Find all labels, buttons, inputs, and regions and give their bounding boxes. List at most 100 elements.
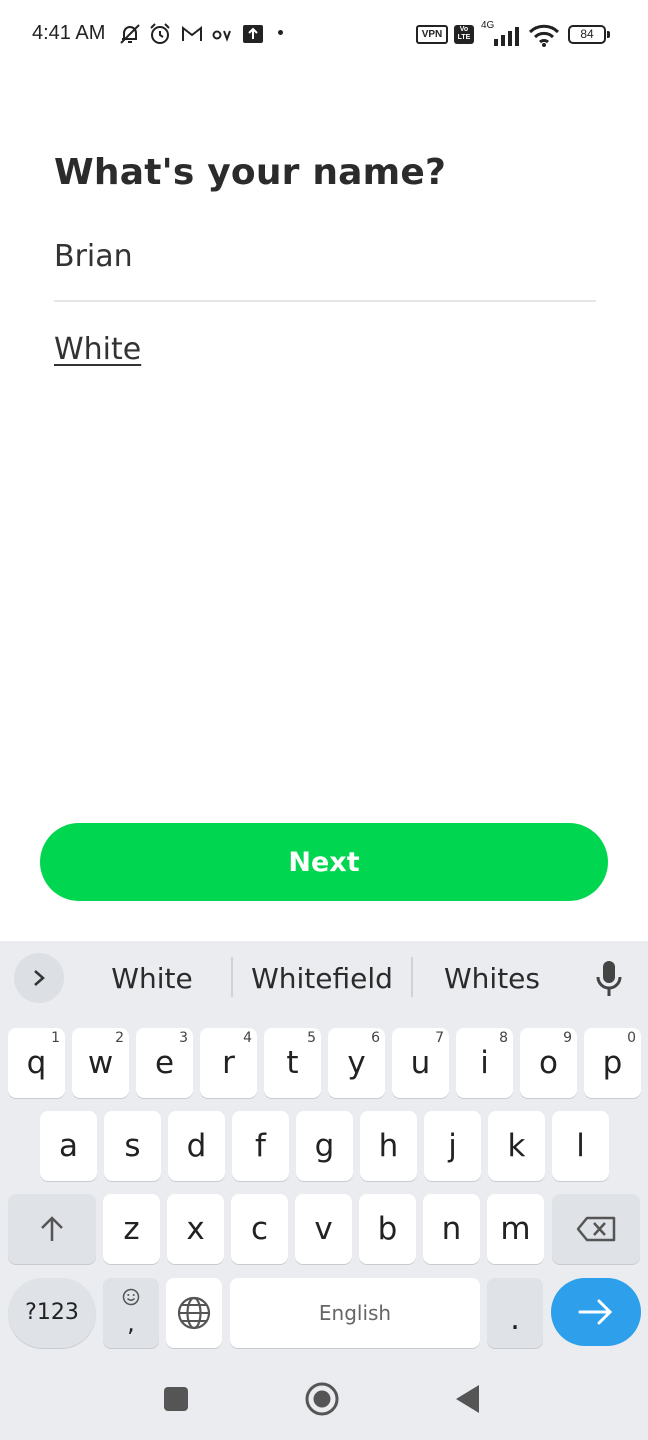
key-number-hint: 0	[627, 1030, 636, 1046]
key-number-hint: 4	[243, 1030, 252, 1046]
key-number-hint: 9	[563, 1030, 572, 1046]
chevron-right-icon	[34, 970, 45, 986]
language-key[interactable]	[166, 1278, 222, 1348]
comma-label: ,	[127, 1309, 135, 1337]
suggestion-2[interactable]: Whitefield	[243, 957, 401, 1001]
suggestion-separator	[231, 957, 233, 997]
key-label: c	[250, 1211, 269, 1247]
signal-icon	[494, 27, 519, 46]
key-label: f	[255, 1128, 266, 1164]
key-l[interactable]: l	[552, 1111, 609, 1181]
suggestion-3[interactable]: Whites	[422, 957, 562, 1001]
key-m[interactable]: m	[487, 1194, 544, 1264]
key-label: s	[124, 1128, 141, 1164]
key-f[interactable]: f	[232, 1111, 289, 1181]
key-y[interactable]: y6	[328, 1028, 385, 1098]
first-name-divider	[54, 300, 596, 302]
symbols-key[interactable]: ?123	[8, 1278, 96, 1348]
first-name-field[interactable]	[54, 226, 596, 286]
key-r[interactable]: r4	[200, 1028, 257, 1098]
navigation-bar	[0, 1360, 648, 1440]
home-icon[interactable]	[304, 1381, 340, 1417]
status-time: 4:41 AM	[32, 22, 106, 44]
volte-icon: Vo LTE	[454, 25, 474, 44]
gmail-icon	[182, 25, 202, 41]
arrow-right-icon	[578, 1299, 613, 1325]
key-z[interactable]: z	[103, 1194, 160, 1264]
next-button[interactable]: Next	[40, 823, 608, 901]
recents-icon[interactable]	[163, 1386, 189, 1412]
period-key[interactable]: .	[487, 1278, 543, 1348]
battery-tip	[607, 31, 610, 38]
backspace-key[interactable]	[552, 1194, 640, 1264]
emoji-icon	[122, 1288, 140, 1306]
key-number-hint: 8	[499, 1030, 508, 1046]
key-g[interactable]: g	[296, 1111, 353, 1181]
key-c[interactable]: c	[231, 1194, 288, 1264]
upload-icon	[243, 25, 263, 43]
key-v[interactable]: v	[295, 1194, 352, 1264]
mute-bell-icon	[120, 24, 140, 44]
key-e[interactable]: e3	[136, 1028, 193, 1098]
globe-icon	[177, 1296, 211, 1330]
key-label: g	[314, 1128, 335, 1164]
key-h[interactable]: h	[360, 1111, 417, 1181]
key-label: b	[377, 1211, 398, 1247]
shift-key[interactable]	[8, 1194, 96, 1264]
page-title: What's your name?	[54, 152, 447, 193]
key-t[interactable]: t5	[264, 1028, 321, 1098]
key-label: n	[441, 1211, 462, 1247]
last-name-field[interactable]: White	[54, 320, 596, 380]
key-number-hint: 3	[179, 1030, 188, 1046]
enter-key[interactable]	[551, 1278, 641, 1346]
key-w[interactable]: w2	[72, 1028, 129, 1098]
key-n[interactable]: n	[423, 1194, 480, 1264]
av-icon	[212, 30, 231, 42]
key-q[interactable]: q1	[8, 1028, 65, 1098]
key-u[interactable]: u7	[392, 1028, 449, 1098]
shift-icon	[41, 1216, 63, 1241]
key-label: l	[576, 1128, 585, 1164]
microphone-icon[interactable]	[592, 959, 626, 999]
key-number-hint: 5	[307, 1030, 316, 1046]
key-number-hint: 7	[435, 1030, 444, 1046]
key-b[interactable]: b	[359, 1194, 416, 1264]
key-label: k	[507, 1128, 526, 1164]
key-d[interactable]: d	[168, 1111, 225, 1181]
key-s[interactable]: s	[104, 1111, 161, 1181]
key-label: a	[59, 1128, 78, 1164]
symbols-key-label: ?123	[25, 1300, 79, 1325]
key-p[interactable]: p0	[584, 1028, 641, 1098]
key-o[interactable]: o9	[520, 1028, 577, 1098]
status-bar: 4:41 AM VPN Vo LTE 4G 84	[0, 0, 648, 70]
notification-dot	[278, 30, 283, 35]
suggestion-bar: White Whitefield Whites	[0, 941, 648, 1019]
emoji-comma-key[interactable]: ,	[103, 1278, 159, 1348]
key-label: j	[448, 1128, 457, 1164]
key-k[interactable]: k	[488, 1111, 545, 1181]
battery-icon: 84	[568, 25, 606, 44]
key-label: v	[314, 1211, 333, 1247]
key-label: z	[123, 1211, 140, 1247]
backspace-icon	[576, 1216, 616, 1242]
key-number-hint: 6	[371, 1030, 380, 1046]
key-number-hint: 1	[51, 1030, 60, 1046]
key-label: m	[500, 1211, 531, 1247]
key-label: x	[186, 1211, 205, 1247]
toolbar-expand-button[interactable]	[14, 953, 64, 1003]
key-number-hint: 2	[115, 1030, 124, 1046]
key-a[interactable]: a	[40, 1111, 97, 1181]
last-name-value: White	[54, 332, 142, 367]
space-key-label: English	[318, 1301, 392, 1325]
key-label: d	[186, 1128, 207, 1164]
space-key[interactable]: English	[230, 1278, 480, 1348]
key-i[interactable]: i8	[456, 1028, 513, 1098]
key-x[interactable]: x	[167, 1194, 224, 1264]
back-icon[interactable]	[455, 1384, 481, 1414]
suggestion-separator	[411, 957, 413, 997]
vpn-icon: VPN	[416, 25, 448, 44]
wifi-icon	[528, 24, 560, 47]
suggestion-1[interactable]: White	[82, 957, 222, 1001]
alarm-icon	[150, 23, 170, 44]
key-j[interactable]: j	[424, 1111, 481, 1181]
